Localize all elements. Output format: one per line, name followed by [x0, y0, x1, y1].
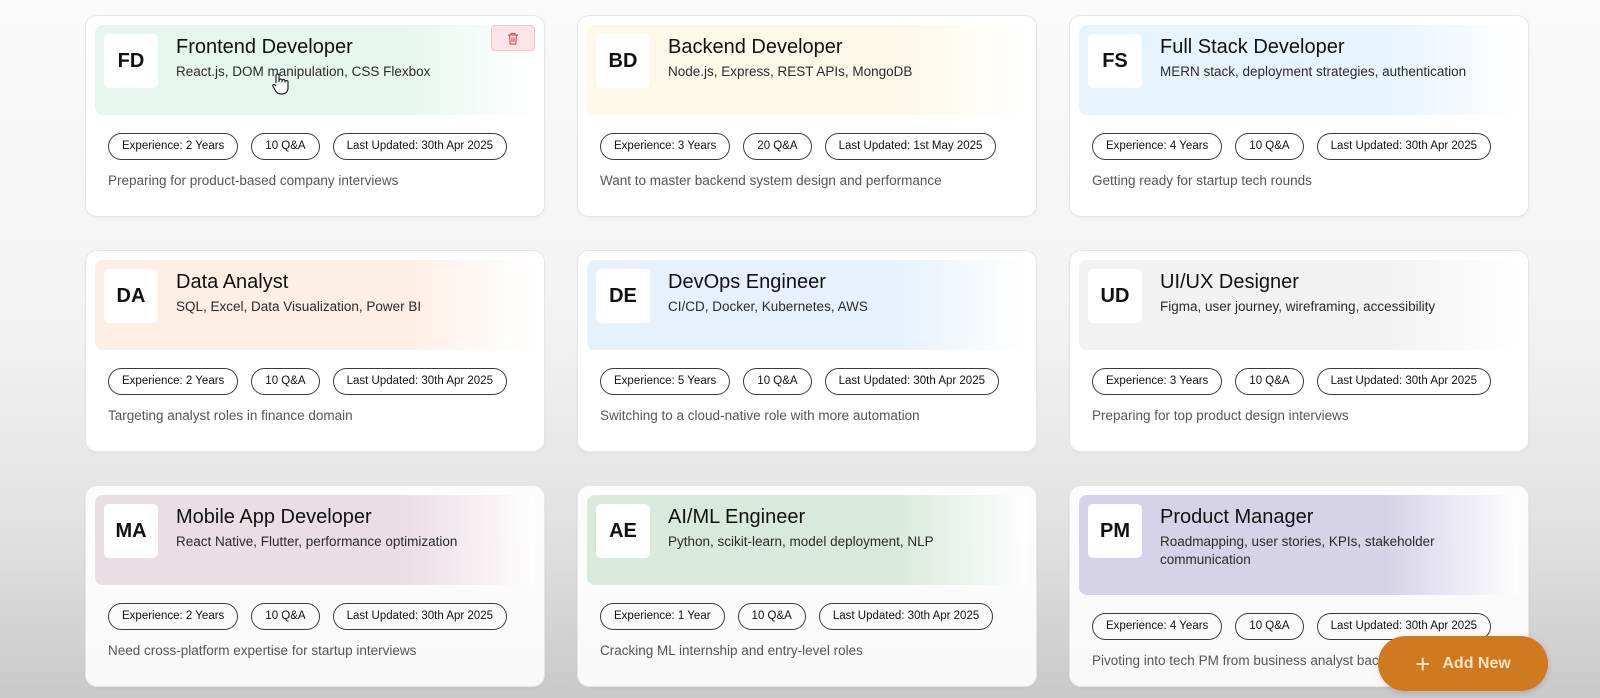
qa-count-badge: 10 Q&A [1235, 368, 1304, 395]
card-description: Getting ready for startup tech rounds [1092, 173, 1312, 188]
qa-count-badge: 10 Q&A [1235, 613, 1304, 640]
experience-badge: Experience: 2 Years [108, 603, 239, 630]
role-skills: Figma, user journey, wireframing, access… [1160, 299, 1436, 314]
last-updated-badge: Last Updated: 30th Apr 2025 [332, 368, 507, 395]
qa-count-badge: 10 Q&A [743, 368, 812, 395]
role-skills: CI/CD, Docker, Kubernetes, AWS [668, 299, 868, 314]
delete-button[interactable] [491, 25, 535, 51]
role-initials-avatar: AE [596, 504, 650, 558]
qa-count-badge: 10 Q&A [1235, 133, 1304, 160]
card-tags: Experience: 5 Years 10 Q&A Last Updated:… [600, 368, 999, 395]
role-skills: Node.js, Express, REST APIs, MongoDB [668, 64, 913, 79]
session-card-devops-engineer[interactable]: DE DevOps Engineer CI/CD, Docker, Kubern… [577, 250, 1037, 452]
card-tags: Experience: 3 Years 10 Q&A Last Updated:… [1092, 368, 1491, 395]
role-initials-avatar: PM [1088, 504, 1142, 558]
card-description: Preparing for top product design intervi… [1092, 408, 1349, 423]
experience-badge: Experience: 5 Years [600, 368, 731, 395]
experience-badge: Experience: 3 Years [1092, 368, 1223, 395]
last-updated-badge: Last Updated: 30th Apr 2025 [332, 133, 507, 160]
session-card-mobile-app-developer[interactable]: MA Mobile App Developer React Native, Fl… [85, 485, 545, 687]
add-new-button[interactable]: + Add New [1378, 636, 1548, 691]
last-updated-badge: Last Updated: 30th Apr 2025 [1316, 368, 1491, 395]
card-description: Pivoting into tech PM from business anal… [1092, 653, 1386, 668]
card-tags: Experience: 1 Year 10 Q&A Last Updated: … [600, 603, 994, 630]
experience-badge: Experience: 3 Years [600, 133, 731, 160]
role-skills: Roadmapping, user stories, KPIs, stakeho… [1160, 534, 1435, 567]
role-skills: React.js, DOM manipulation, CSS Flexbox [176, 64, 431, 79]
role-skills: Python, scikit-learn, model deployment, … [668, 534, 934, 549]
card-description: Preparing for product-based company inte… [108, 173, 399, 188]
experience-badge: Experience: 4 Years [1092, 613, 1223, 640]
role-initials-avatar: UD [1088, 269, 1142, 323]
session-card-data-analyst[interactable]: DA Data Analyst SQL, Excel, Data Visuali… [85, 250, 545, 452]
qa-count-badge: 10 Q&A [737, 603, 806, 630]
role-title: Data Analyst [176, 271, 289, 293]
card-tags: Experience: 3 Years 20 Q&A Last Updated:… [600, 133, 997, 160]
role-title: Mobile App Developer [176, 506, 372, 528]
experience-badge: Experience: 4 Years [1092, 133, 1223, 160]
role-initials-avatar: DA [104, 269, 158, 323]
role-title: Full Stack Developer [1160, 36, 1345, 58]
role-initials-avatar: DE [596, 269, 650, 323]
trash-icon [508, 32, 518, 45]
last-updated-badge: Last Updated: 30th Apr 2025 [818, 603, 994, 630]
session-card-ui-ux-designer[interactable]: UD UI/UX Designer Figma, user journey, w… [1069, 250, 1529, 452]
role-initials-avatar: MA [104, 504, 158, 558]
session-card-grid: FD Frontend Developer React.js, DOM mani… [85, 15, 1529, 687]
qa-count-badge: 10 Q&A [251, 133, 320, 160]
last-updated-badge: Last Updated: 30th Apr 2025 [1316, 133, 1491, 160]
qa-count-badge: 20 Q&A [743, 133, 812, 160]
session-card-backend-developer[interactable]: BD Backend Developer Node.js, Express, R… [577, 15, 1037, 217]
role-initials-avatar: FD [104, 34, 158, 88]
role-title: DevOps Engineer [668, 271, 826, 293]
role-initials-avatar: BD [596, 34, 650, 88]
card-tags: Experience: 2 Years 10 Q&A Last Updated:… [108, 368, 507, 395]
card-tags: Experience: 2 Years 10 Q&A Last Updated:… [108, 603, 507, 630]
card-description: Targeting analyst roles in finance domai… [108, 408, 353, 423]
experience-badge: Experience: 2 Years [108, 133, 239, 160]
session-card-ai-ml-engineer[interactable]: AE AI/ML Engineer Python, scikit-learn, … [577, 485, 1037, 687]
last-updated-badge: Last Updated: 1st May 2025 [824, 133, 997, 160]
qa-count-badge: 10 Q&A [251, 603, 320, 630]
role-initials-avatar: FS [1088, 34, 1142, 88]
card-tags: Experience: 2 Years 10 Q&A Last Updated:… [108, 133, 507, 160]
add-new-label: Add New [1442, 654, 1511, 672]
card-description: Switching to a cloud-native role with mo… [600, 408, 920, 423]
role-skills: React Native, Flutter, performance optim… [176, 534, 458, 549]
card-description: Need cross-platform expertise for startu… [108, 643, 417, 658]
role-title: Product Manager [1160, 506, 1314, 528]
last-updated-badge: Last Updated: 30th Apr 2025 [824, 368, 999, 395]
role-title: UI/UX Designer [1160, 271, 1299, 293]
role-title: Backend Developer [668, 36, 843, 58]
plus-icon: + [1415, 648, 1431, 679]
card-tags: Experience: 4 Years 10 Q&A Last Updated:… [1092, 133, 1491, 160]
role-title: AI/ML Engineer [668, 506, 806, 528]
role-skills: MERN stack, deployment strategies, authe… [1160, 64, 1467, 79]
experience-badge: Experience: 2 Years [108, 368, 239, 395]
card-description: Want to master backend system design and… [600, 173, 942, 188]
experience-badge: Experience: 1 Year [600, 603, 725, 630]
session-card-frontend-developer[interactable]: FD Frontend Developer React.js, DOM mani… [85, 15, 545, 217]
qa-count-badge: 10 Q&A [251, 368, 320, 395]
role-title: Frontend Developer [176, 36, 353, 58]
role-skills: SQL, Excel, Data Visualization, Power BI [176, 299, 422, 314]
last-updated-badge: Last Updated: 30th Apr 2025 [332, 603, 507, 630]
session-card-full-stack-developer[interactable]: FS Full Stack Developer MERN stack, depl… [1069, 15, 1529, 217]
card-description: Cracking ML internship and entry-level r… [600, 643, 863, 658]
